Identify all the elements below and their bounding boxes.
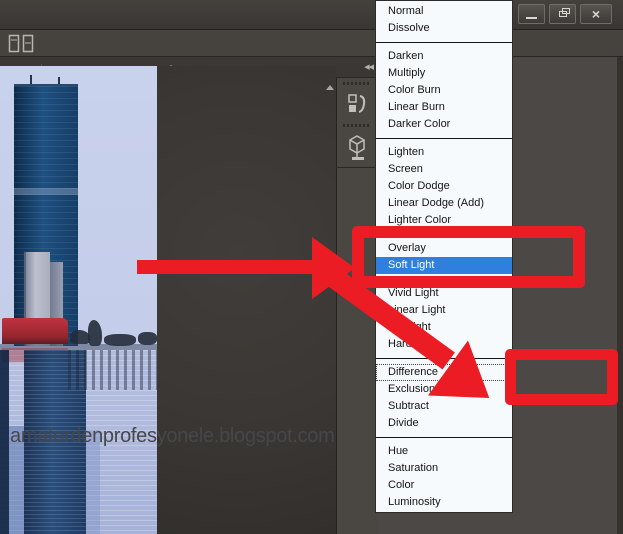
- photoshop-window: × 3D Mode:: [0, 0, 623, 534]
- minimize-button[interactable]: [518, 4, 545, 24]
- close-icon: ×: [591, 6, 601, 22]
- document-image: [0, 66, 157, 534]
- panel-gripper[interactable]: [343, 124, 371, 127]
- menu-item[interactable]: Linear Dodge (Add): [376, 195, 512, 212]
- options-bar: 3D Mode:: [0, 30, 623, 83]
- menu-item[interactable]: Color Dodge: [376, 178, 512, 195]
- history-panel-icon: [348, 94, 366, 113]
- minimize-icon: [526, 17, 537, 19]
- menu-item[interactable]: Divide: [376, 415, 512, 432]
- 3d-panel-icon: [349, 135, 365, 160]
- panel-layout-icon[interactable]: [8, 34, 34, 53]
- menu-separator: [376, 133, 512, 144]
- restore-button[interactable]: [549, 4, 576, 24]
- window-right-edge: [617, 57, 623, 534]
- close-button[interactable]: ×: [580, 4, 612, 24]
- menu-item[interactable]: Lighten: [376, 144, 512, 161]
- menu-item[interactable]: Hue: [376, 443, 512, 460]
- canvas-pasteboard: [157, 66, 336, 534]
- menu-item[interactable]: Screen: [376, 161, 512, 178]
- menu-item[interactable]: Saturation: [376, 460, 512, 477]
- statue-silhouette: [88, 320, 102, 346]
- history-panel-button[interactable]: [340, 87, 374, 121]
- expand-dock-button[interactable]: ◀◀: [336, 57, 378, 78]
- menu-item[interactable]: Linear Burn: [376, 99, 512, 116]
- expand-dock-icon: ◀◀: [364, 64, 374, 71]
- menu-separator: [376, 37, 512, 48]
- tree-silhouette: [70, 330, 90, 344]
- title-bar: ×: [0, 0, 623, 30]
- menu-item[interactable]: Normal: [376, 3, 512, 20]
- menu-item[interactable]: Multiply: [376, 65, 512, 82]
- menu-item[interactable]: Color Burn: [376, 82, 512, 99]
- watermark-text: amatordenprofesyonele.blogspot.com: [10, 425, 335, 447]
- menu-item[interactable]: Darken: [376, 48, 512, 65]
- annotation-rect-blend-modes: [352, 226, 585, 288]
- menu-item[interactable]: Darker Color: [376, 116, 512, 133]
- menu-item[interactable]: Luminosity: [376, 494, 512, 511]
- annotation-arrow-horizontal: [137, 260, 315, 274]
- menu-separator: [376, 432, 512, 443]
- scroll-up-icon[interactable]: [326, 85, 334, 90]
- panel-gripper[interactable]: [343, 82, 371, 85]
- annotation-rect-opacity: [505, 349, 618, 405]
- red-building: [2, 318, 68, 344]
- 3d-panel-button[interactable]: [340, 128, 374, 162]
- menu-item[interactable]: Dissolve: [376, 20, 512, 37]
- menu-item[interactable]: Color: [376, 477, 512, 494]
